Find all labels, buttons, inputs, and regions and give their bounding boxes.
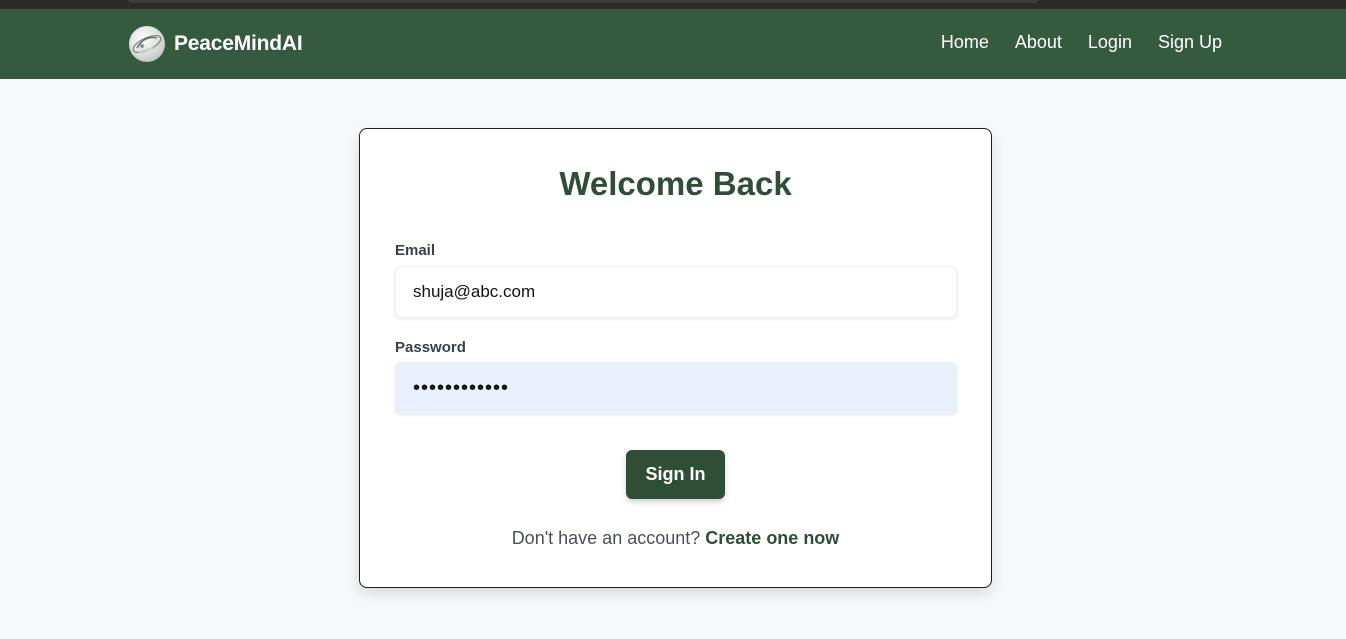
create-account-link[interactable]: Create one now <box>705 528 839 548</box>
signup-prompt-text: Don't have an account? <box>511 528 701 548</box>
browser-top-strip <box>0 0 1346 9</box>
login-card: Welcome Back Email Password Sign In Don'… <box>359 128 992 588</box>
signup-prompt: Don't have an account? Create one now <box>360 528 991 549</box>
globe-logo-icon <box>129 26 165 62</box>
nav-about[interactable]: About <box>1015 32 1062 53</box>
brand[interactable]: PeaceMindAI <box>129 26 303 62</box>
brand-name: PeaceMindAI <box>174 32 303 55</box>
nav-login[interactable]: Login <box>1088 32 1132 53</box>
email-field[interactable] <box>395 266 957 318</box>
browser-tab-strip <box>128 0 1038 3</box>
nav-links: Home About Login Sign Up <box>941 32 1222 53</box>
page-title: Welcome Back <box>559 165 792 202</box>
password-field[interactable] <box>395 362 957 414</box>
navbar: PeaceMindAI Home About Login Sign Up <box>0 9 1346 79</box>
sign-in-button[interactable]: Sign In <box>626 450 725 499</box>
email-label: Email <box>395 242 436 259</box>
nav-home[interactable]: Home <box>941 32 989 53</box>
nav-signup[interactable]: Sign Up <box>1158 32 1222 53</box>
password-label: Password <box>395 339 466 356</box>
